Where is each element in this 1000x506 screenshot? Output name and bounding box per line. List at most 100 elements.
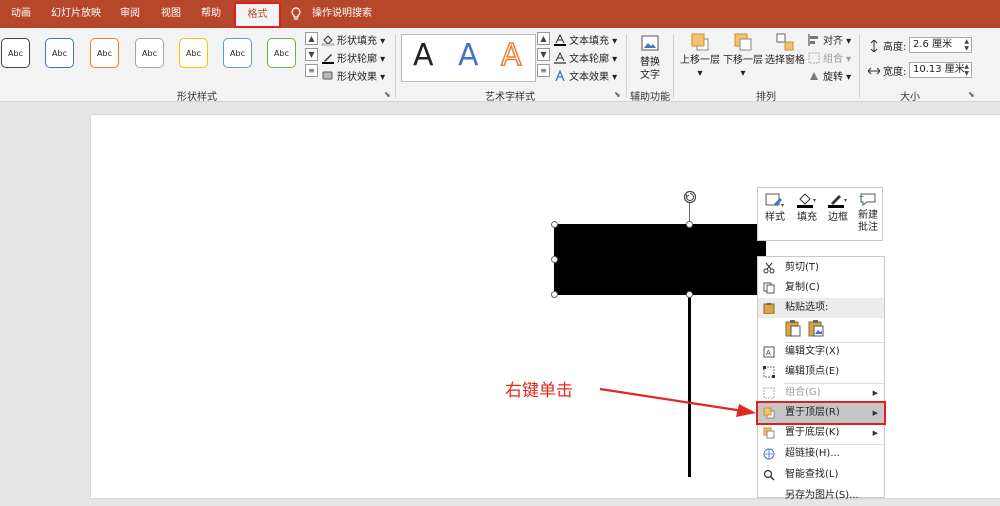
dialog-launcher-icon[interactable]: ⬊ xyxy=(968,90,975,99)
selection-pane-label: 选择窗格 xyxy=(765,55,805,66)
wordart-style-blue[interactable]: A xyxy=(458,38,479,73)
paste-as-picture-icon[interactable] xyxy=(807,319,825,337)
paint-bucket-icon: ▾ xyxy=(797,193,816,208)
tab-view[interactable]: 视图 xyxy=(153,0,189,28)
tab-help[interactable]: 帮助 xyxy=(193,0,229,28)
shape-effects-button[interactable]: 形状效果 ▾ xyxy=(322,68,385,83)
pencil-icon xyxy=(322,54,334,64)
shape-style-thumb[interactable]: Abc xyxy=(1,38,30,68)
height-label-text: 高度: xyxy=(883,42,907,53)
menu-item-cut[interactable]: 剪切(T) xyxy=(758,258,884,278)
style-brush-icon: ▾ xyxy=(765,193,784,209)
svg-text:▾: ▾ xyxy=(844,197,847,204)
height-label: 高度: xyxy=(868,38,906,53)
text-effects-button[interactable]: 文本效果 ▾ xyxy=(554,68,617,83)
shape-style-thumb[interactable]: Abc xyxy=(90,38,119,68)
menu-item-save-as-picture[interactable]: 另存为图片(S)... xyxy=(758,486,884,506)
shape-style-thumb[interactable]: Abc xyxy=(179,38,208,68)
gallery-down-icon[interactable]: ▼ xyxy=(305,48,318,61)
mini-fill-label: 填充 xyxy=(797,212,817,223)
spinner-icon[interactable]: ▲ ▼ xyxy=(964,38,969,52)
text-outline-label: 文本轮廓 xyxy=(569,54,609,65)
submenu-arrow-icon: ▶ xyxy=(872,409,878,417)
shape-style-thumb[interactable]: Abc xyxy=(45,38,74,68)
scissors-icon xyxy=(763,262,775,274)
gallery-up-icon[interactable]: ▲ xyxy=(537,32,550,45)
menu-item-group[interactable]: 组合(G) ▶ xyxy=(758,383,884,403)
dialog-launcher-icon[interactable]: ⬊ xyxy=(614,90,621,99)
alt-text-label-1: 替换 xyxy=(640,57,660,68)
gallery-more-icon[interactable]: ≡ xyxy=(305,64,318,77)
shape-outline-button[interactable]: 形状轮廓 ▾ xyxy=(322,50,385,65)
text-fill-button[interactable]: 文本填充 ▾ xyxy=(554,32,617,47)
width-input[interactable]: 10.13 厘米 ▲ ▼ xyxy=(909,62,972,78)
menu-item-edit-points[interactable]: 编辑顶点(E) xyxy=(758,362,884,382)
svg-text:▾: ▾ xyxy=(813,197,816,204)
gallery-down-icon[interactable]: ▼ xyxy=(537,48,550,61)
menu-item-edit-text[interactable]: A 编辑文字(X) xyxy=(758,342,884,362)
height-input[interactable]: 2.6 厘米 ▲ ▼ xyxy=(909,37,972,53)
height-icon xyxy=(870,40,878,52)
mini-style-button[interactable]: ▾ 样式 xyxy=(762,192,788,224)
dialog-launcher-icon[interactable]: ⬊ xyxy=(384,90,391,99)
tab-review[interactable]: 审阅 xyxy=(112,0,148,28)
gallery-more-icon[interactable]: ≡ xyxy=(537,64,550,77)
resize-handle[interactable] xyxy=(551,221,558,228)
mini-new-comment-button[interactable]: + 新建 批注 xyxy=(855,192,881,234)
text-outline-button[interactable]: 文本轮廓 ▾ xyxy=(554,50,617,65)
pencil-icon: ▾ xyxy=(828,195,847,208)
ribbon: Abc Abc Abc Abc Abc Abc Abc ▲ ▼ ≡ 形状填充 ▾… xyxy=(0,28,1000,103)
menu-item-hyperlink[interactable]: 超链接(H)... xyxy=(758,444,884,464)
mini-outline-label: 边框 xyxy=(828,212,848,223)
group-label-size: 大小 xyxy=(900,92,920,103)
tab-format[interactable]: 格式 xyxy=(234,2,281,28)
menu-item-bring-to-front[interactable]: 置于顶层(R) ▶ xyxy=(756,401,886,425)
group-objects-button[interactable]: 组合 ▾ xyxy=(808,50,851,65)
context-menu: 剪切(T) 复制(C) 粘贴选项: A 编辑文字(X) 编辑顶点(E) 组合(G… xyxy=(756,256,886,501)
width-label-text: 宽度: xyxy=(883,67,907,78)
submenu-arrow-icon: ▶ xyxy=(872,429,878,437)
tab-animations[interactable]: 动画 xyxy=(2,0,40,28)
shape-style-thumb[interactable]: Abc xyxy=(223,38,252,68)
annotation-text: 右键单击 xyxy=(505,381,573,401)
rotate-label: 旋转 xyxy=(823,72,843,83)
gallery-up-icon[interactable]: ▲ xyxy=(305,32,318,45)
align-icon xyxy=(808,34,818,46)
resize-handle[interactable] xyxy=(686,291,693,298)
wordart-style-orange-outline[interactable]: A xyxy=(500,37,522,74)
rotate-handle-icon[interactable] xyxy=(683,190,697,204)
alt-text-button[interactable]: 替换 文字 xyxy=(633,34,667,82)
new-comment-label-1: 新建 xyxy=(858,210,878,221)
selection-pane-button[interactable]: 选择窗格 xyxy=(764,32,806,67)
menu-item-smart-lookup[interactable]: 智能查找(L) xyxy=(758,465,884,485)
mini-toolbar: ▾ 样式 ▾ 填充 ▾ 边框 + 新建 批注 xyxy=(757,187,883,241)
wordart-style-black[interactable]: A xyxy=(413,38,434,73)
menu-label: 置于底层(K) xyxy=(785,427,840,438)
rotate-button[interactable]: 旋转 ▾ xyxy=(808,68,851,83)
menu-item-copy[interactable]: 复制(C) xyxy=(758,278,884,298)
mini-fill-button[interactable]: ▾ 填充 xyxy=(794,192,820,224)
copy-icon xyxy=(763,282,775,294)
send-backward-button[interactable]: 下移一层 ▾ xyxy=(722,32,764,80)
resize-handle[interactable] xyxy=(686,221,693,228)
shape-style-thumb[interactable]: Abc xyxy=(267,38,296,68)
paste-keep-formatting-icon[interactable] xyxy=(784,319,802,337)
shape-fill-button[interactable]: 形状填充 ▾ xyxy=(322,32,385,47)
resize-handle[interactable] xyxy=(551,291,558,298)
shape-style-thumb[interactable]: Abc xyxy=(135,38,164,68)
annotation-arrow-icon xyxy=(599,387,756,417)
group-icon xyxy=(763,387,775,399)
menu-label: 组合(G) xyxy=(785,387,821,398)
tab-slideshow[interactable]: 幻灯片放映 xyxy=(45,0,107,28)
tell-me-search[interactable]: 操作说明搜索 xyxy=(312,0,376,28)
resize-handle[interactable] xyxy=(551,256,558,263)
menu-item-send-to-back[interactable]: 置于底层(K) ▶ xyxy=(758,423,884,443)
ribbon-tab-bar: 动画 幻灯片放映 审阅 视图 帮助 格式 操作说明搜索 xyxy=(0,0,1000,28)
rectangle-shape[interactable] xyxy=(554,224,766,295)
mini-outline-button[interactable]: ▾ 边框 xyxy=(825,192,851,224)
menu-item-paste-options: 粘贴选项: xyxy=(758,298,884,318)
align-button[interactable]: 对齐 ▾ xyxy=(808,32,851,47)
spinner-icon[interactable]: ▲ ▼ xyxy=(964,63,969,77)
group-label-arrange: 排列 xyxy=(756,92,776,103)
bring-forward-button[interactable]: 上移一层 ▾ xyxy=(679,32,721,80)
